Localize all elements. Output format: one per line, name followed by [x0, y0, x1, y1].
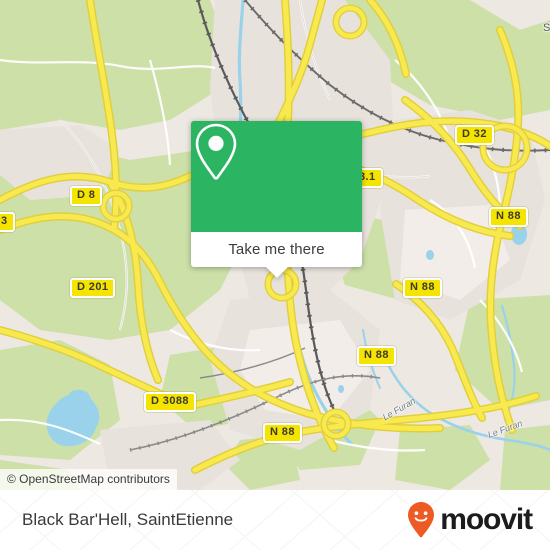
map-canvas[interactable]: D 32 3.1 N 88 D 83N 88 D 201 N 88 D 3088 N 88 L…	[0, 0, 550, 490]
road-shield: N 88	[263, 423, 302, 443]
popup-icon-area	[191, 121, 362, 232]
road-shield: D 201	[70, 278, 116, 298]
popup-tail	[265, 267, 288, 278]
road-shield: D 32	[455, 125, 494, 145]
moovit-smiley-pin-icon	[408, 502, 435, 538]
road-shield: N 88	[489, 207, 528, 227]
moovit-logo[interactable]: moovit	[406, 490, 533, 550]
road-shield: D 8	[70, 186, 103, 206]
moovit-map-screen: D 32 3.1 N 88 D 83N 88 D 201 N 88 D 3088 N 88 L…	[0, 0, 550, 550]
map-pin-icon	[195, 123, 237, 180]
place-name-label: Black Bar'Hell, SaintEtienne	[22, 510, 234, 529]
footer-bar: Black Bar'Hell, SaintEtienne moovit	[0, 490, 550, 550]
place-popup-card[interactable]: Take me there	[191, 121, 362, 278]
osm-attribution[interactable]: © OpenStreetMap contributors	[0, 469, 177, 490]
road-shield: N 88	[403, 278, 442, 298]
road-shield: 3	[0, 212, 15, 232]
road-shield: D 3088	[144, 392, 196, 412]
take-me-there-label: Take me there	[228, 241, 325, 258]
moovit-wordmark: moovit	[440, 503, 533, 536]
popup-action-area[interactable]: Take me there	[191, 232, 362, 278]
road-shield: N 88	[357, 346, 396, 366]
map-place-label: S	[543, 22, 550, 34]
